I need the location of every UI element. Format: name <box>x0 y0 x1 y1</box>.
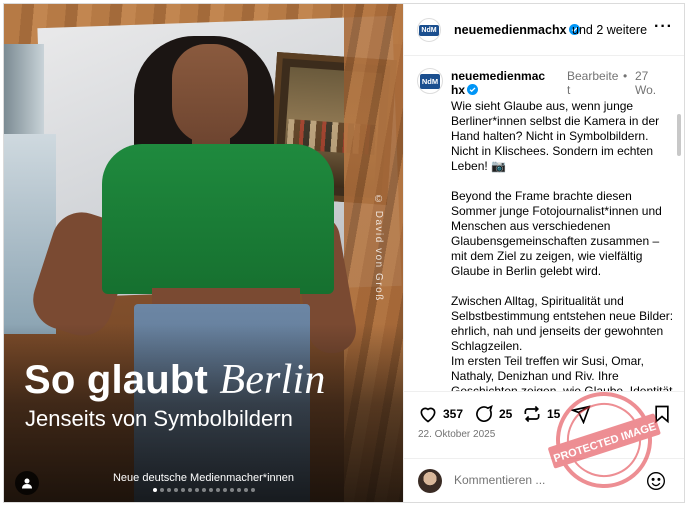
post-photo[interactable]: So glaubt Berlin Jenseits von Symbolbild… <box>4 4 403 502</box>
avatar[interactable] <box>418 469 442 493</box>
carousel-dot[interactable] <box>152 488 157 492</box>
header-username[interactable]: neuemedienmachx <box>454 23 580 37</box>
post-header: NdM neuemedienmachx und 2 weitere ··· <box>404 4 684 56</box>
emoji-icon[interactable] <box>646 471 666 491</box>
like-count[interactable]: 357 <box>443 407 463 421</box>
photo-title-italic: Berlin <box>219 357 326 403</box>
photo-person-face <box>172 44 248 144</box>
like-button[interactable]: 357 <box>418 404 463 424</box>
user-icon <box>22 478 32 489</box>
ndm-logo: NdM <box>419 24 439 36</box>
tagged-users-button[interactable] <box>15 471 39 495</box>
carousel-dot[interactable] <box>222 488 227 492</box>
carousel-dot[interactable] <box>173 488 178 492</box>
repost-button[interactable]: 15 <box>522 404 560 424</box>
carousel-dot[interactable] <box>159 488 164 492</box>
collab-link[interactable]: und 2 weitere <box>572 23 647 37</box>
carousel-dot[interactable] <box>229 488 234 492</box>
repost-icon <box>524 405 540 423</box>
post-age[interactable]: 27 Wo. <box>635 69 661 97</box>
carousel-dot[interactable] <box>194 488 199 492</box>
caption-paragraph: Beyond the Frame brachte diesen Sommer j… <box>451 189 662 278</box>
more-icon[interactable]: ··· <box>654 18 673 36</box>
carousel-dot[interactable] <box>180 488 185 492</box>
repost-count[interactable]: 15 <box>547 407 560 421</box>
photo-subtitle: Jenseits von Symbolbildern <box>25 406 293 431</box>
ndm-logo: NdM <box>419 73 441 89</box>
carousel-dot[interactable] <box>208 488 213 492</box>
post-date[interactable]: 22. Oktober 2025 <box>418 429 495 440</box>
caption-text: Wie sieht Glaube aus, wenn junge Berline… <box>451 99 677 391</box>
carousel-dot[interactable] <box>166 488 171 492</box>
post-side-panel: NdM neuemedienmachx und 2 weitere ··· Nd… <box>403 4 684 502</box>
comment-icon <box>476 404 493 422</box>
carousel-dot[interactable] <box>201 488 206 492</box>
carousel-dot[interactable] <box>187 488 192 492</box>
caption-paragraph: Wie sieht Glaube aus, wenn junge Berline… <box>451 99 660 173</box>
comment-count[interactable]: 25 <box>499 407 512 421</box>
caption-username[interactable]: neuemedienmachx <box>451 69 551 97</box>
post-dialog: So glaubt Berlin Jenseits von Symbolbild… <box>3 3 685 503</box>
carousel-dot[interactable] <box>236 488 241 492</box>
save-button[interactable] <box>652 404 672 424</box>
share-button[interactable] <box>571 404 591 424</box>
caption-paragraph: Zwischen Alltag, Spiritualität und Selbs… <box>451 294 674 391</box>
caption-avatar[interactable]: NdM <box>417 68 443 94</box>
bookmark-icon <box>655 405 669 424</box>
carousel-dot[interactable] <box>243 488 248 492</box>
carousel-dots <box>4 488 403 492</box>
verified-icon <box>467 84 479 95</box>
caption: NdM neuemedienmachx Bearbeitet • 27 Wo. … <box>404 56 684 391</box>
heart-icon <box>420 407 436 423</box>
comment-box <box>404 458 684 502</box>
avatar[interactable]: NdM <box>417 18 441 42</box>
photo-title: So glaubt Berlin <box>24 357 326 403</box>
edited-label: Bearbeitet <box>567 69 619 97</box>
carousel-dot[interactable] <box>250 488 255 492</box>
separator-dot: • <box>623 69 628 83</box>
send-icon <box>571 405 591 424</box>
comment-input[interactable] <box>454 473 634 487</box>
photo-person-shirt <box>102 144 334 294</box>
comment-button[interactable]: 25 <box>474 404 512 424</box>
carousel-dot[interactable] <box>215 488 220 492</box>
photo-credit: © David von Groß <box>373 194 384 302</box>
photo-brand: Neue deutsche Medienmacher*innen <box>112 472 294 484</box>
caption-scrollbar[interactable] <box>677 114 681 156</box>
